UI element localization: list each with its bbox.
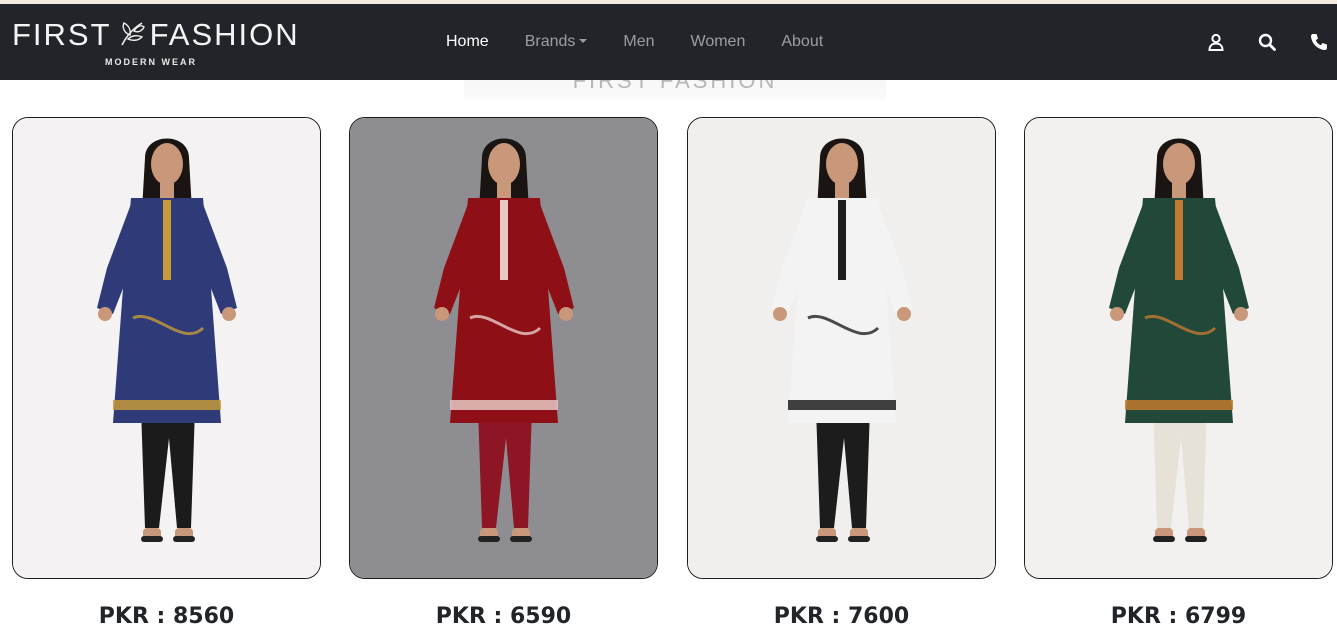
- nav-women[interactable]: Women: [691, 33, 746, 51]
- product-price: PKR : 6799: [1110, 604, 1247, 629]
- nav-brands[interactable]: Brands: [525, 33, 588, 51]
- kurta-border: [450, 400, 558, 410]
- kurta-placket: [838, 200, 846, 280]
- user-icon[interactable]: [1206, 32, 1226, 52]
- model-head: [826, 143, 858, 185]
- product-price: PKR : 6590: [435, 604, 572, 629]
- model-sandal: [173, 536, 195, 542]
- product-price: PKR : 8560: [98, 604, 235, 629]
- phone-icon[interactable]: [1309, 32, 1329, 52]
- product-card[interactable]: [12, 117, 321, 579]
- product-image: [350, 118, 657, 578]
- product-price: PKR : 7600: [773, 604, 910, 629]
- model-hand: [98, 307, 112, 321]
- kurta-placket: [163, 200, 171, 280]
- model-hand: [897, 307, 911, 321]
- nav-men[interactable]: Men: [623, 33, 654, 51]
- banner-ghost-text: FIRST FASHION: [572, 80, 778, 93]
- model-sandal: [848, 536, 870, 542]
- model-hand: [222, 307, 236, 321]
- kurta-border: [1125, 400, 1233, 410]
- model-neck: [1172, 180, 1186, 198]
- brand-name-second: FASHION: [149, 17, 300, 52]
- model-sandal: [1185, 536, 1207, 542]
- nav-home[interactable]: Home: [446, 33, 489, 51]
- brand-wordmark: FIRST FASHION: [12, 18, 300, 52]
- nav-about[interactable]: About: [781, 33, 823, 51]
- nav-links: Home Brands Men Women About: [446, 4, 859, 80]
- model-hand: [1234, 307, 1248, 321]
- model-hand: [1110, 307, 1124, 321]
- model-hand: [773, 307, 787, 321]
- product-card[interactable]: [1024, 117, 1333, 579]
- product-image: [1025, 118, 1332, 578]
- banner-ghost-title: FIRST FASHION: [464, 80, 886, 100]
- brand-tagline: MODERN WEAR: [105, 57, 197, 67]
- brand-logo[interactable]: FIRST FASHION MODERN WEAR: [12, 18, 302, 70]
- model-hand: [559, 307, 573, 321]
- model-head: [1163, 143, 1195, 185]
- kurta-placket: [1175, 200, 1183, 280]
- search-icon[interactable]: [1257, 32, 1277, 52]
- model-sandal: [510, 536, 532, 542]
- model-sandal: [478, 536, 500, 542]
- caret-down-icon: [579, 39, 588, 43]
- nav-brands-label: Brands: [524, 33, 576, 50]
- model-neck: [497, 180, 511, 198]
- model-neck: [835, 180, 849, 198]
- model-sandal: [1153, 536, 1175, 542]
- model-hand: [435, 307, 449, 321]
- product-image: [688, 118, 995, 578]
- model-neck: [160, 180, 174, 198]
- model-sandal: [141, 536, 163, 542]
- product-card[interactable]: [687, 117, 996, 579]
- model-sandal: [816, 536, 838, 542]
- kurta-border: [788, 400, 896, 410]
- product-image: [13, 118, 320, 578]
- leaf-icon: [120, 22, 145, 46]
- navbar: FIRST FASHION MODERN WEAR Home Brands Me…: [0, 4, 1337, 80]
- kurta-placket: [500, 200, 508, 280]
- model-head: [488, 143, 520, 185]
- product-card[interactable]: [349, 117, 658, 579]
- kurta-border: [113, 400, 221, 410]
- model-head: [151, 143, 183, 185]
- brand-name-first: FIRST: [12, 17, 112, 52]
